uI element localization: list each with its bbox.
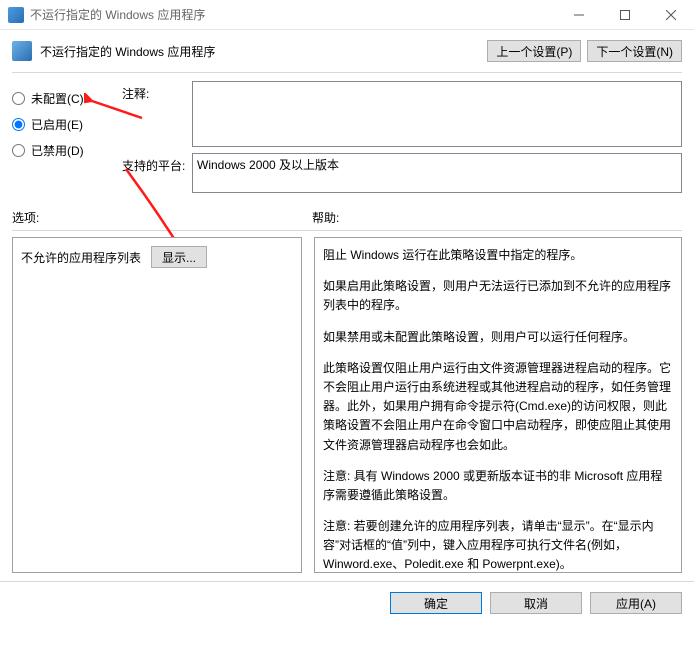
- footer: 确定 取消 应用(A): [0, 581, 694, 624]
- comment-field[interactable]: [192, 81, 682, 147]
- app-icon: [8, 7, 24, 23]
- minimize-button[interactable]: [556, 0, 602, 30]
- options-panel: 不允许的应用程序列表 显示...: [12, 237, 302, 573]
- section-labels: 选项: 帮助:: [0, 199, 694, 228]
- radio-disabled-input[interactable]: [12, 144, 25, 157]
- show-button[interactable]: 显示...: [151, 246, 207, 268]
- radio-enabled-input[interactable]: [12, 118, 25, 131]
- disallowed-apps-label: 不允许的应用程序列表: [21, 249, 141, 266]
- help-text: 如果禁用或未配置此策略设置，则用户可以运行任何程序。: [323, 328, 673, 347]
- radio-not-configured-input[interactable]: [12, 92, 25, 105]
- close-button[interactable]: [648, 0, 694, 30]
- titlebar: 不运行指定的 Windows 应用程序: [0, 0, 694, 30]
- options-label: 选项:: [12, 209, 312, 226]
- maximize-button[interactable]: [602, 0, 648, 30]
- help-text: 注意: 具有 Windows 2000 或更新版本证书的非 Microsoft …: [323, 467, 673, 505]
- radio-not-configured[interactable]: 未配置(C): [12, 85, 112, 111]
- radio-enabled[interactable]: 已启用(E): [12, 111, 112, 137]
- help-text: 注意: 若要创建允许的应用程序列表，请单击“显示”。在“显示内容”对话框的“值”…: [323, 517, 673, 573]
- platform-label: 支持的平台:: [122, 153, 192, 193]
- radio-disabled[interactable]: 已禁用(D): [12, 137, 112, 163]
- config-area: 未配置(C) 已启用(E) 已禁用(D) 注释: 支持的平台:: [0, 73, 694, 199]
- header: 不运行指定的 Windows 应用程序 上一个设置(P) 下一个设置(N): [0, 30, 694, 68]
- panels: 不允许的应用程序列表 显示... 阻止 Windows 运行在此策略设置中指定的…: [0, 237, 694, 573]
- help-label: 帮助:: [312, 209, 339, 226]
- help-text: 此策略设置仅阻止用户运行由文件资源管理器进程启动的程序。它不会阻止用户运行由系统…: [323, 359, 673, 455]
- policy-icon: [12, 41, 32, 61]
- radio-group: 未配置(C) 已启用(E) 已禁用(D): [12, 81, 112, 199]
- divider-2: [12, 230, 682, 231]
- policy-title: 不运行指定的 Windows 应用程序: [40, 43, 487, 60]
- supported-platform-field: [192, 153, 682, 193]
- radio-enabled-label: 已启用(E): [31, 116, 83, 133]
- next-setting-button[interactable]: 下一个设置(N): [587, 40, 682, 62]
- apply-button[interactable]: 应用(A): [590, 592, 682, 614]
- help-panel: 阻止 Windows 运行在此策略设置中指定的程序。 如果启用此策略设置，则用户…: [314, 237, 682, 573]
- comment-label: 注释:: [122, 81, 192, 147]
- help-text: 阻止 Windows 运行在此策略设置中指定的程序。: [323, 246, 673, 265]
- radio-not-configured-label: 未配置(C): [31, 90, 84, 107]
- radio-disabled-label: 已禁用(D): [31, 142, 84, 159]
- help-text: 如果启用此策略设置，则用户无法运行已添加到不允许的应用程序列表中的程序。: [323, 277, 673, 315]
- previous-setting-button[interactable]: 上一个设置(P): [487, 40, 581, 62]
- ok-button[interactable]: 确定: [390, 592, 482, 614]
- cancel-button[interactable]: 取消: [490, 592, 582, 614]
- window-title: 不运行指定的 Windows 应用程序: [30, 6, 556, 23]
